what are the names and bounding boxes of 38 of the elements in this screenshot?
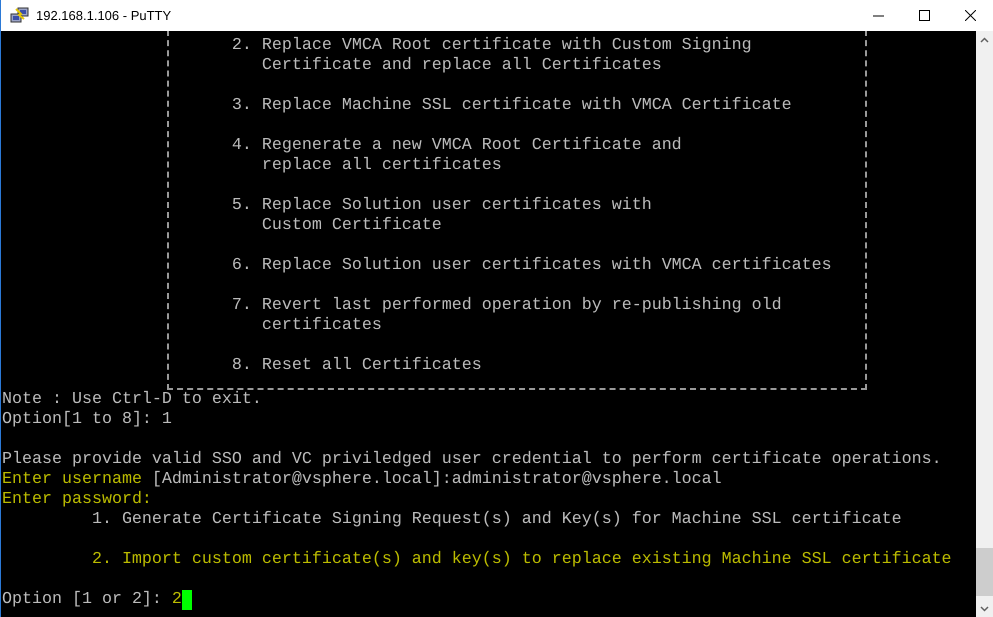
menu-option-text: certificates bbox=[262, 316, 382, 336]
menu-option-text: Custom Certificate bbox=[262, 216, 442, 236]
menu-option-text: Replace Solution user certificates with bbox=[262, 196, 652, 216]
terminal-screen[interactable] bbox=[1, 31, 976, 617]
maximize-icon bbox=[918, 10, 930, 21]
prompt-text: Enter username bbox=[2, 470, 142, 490]
menu-option-text: Replace Solution user certificates with VMCA certificates bbox=[262, 256, 832, 276]
menu-option-text: Reset all Certificates bbox=[262, 356, 482, 376]
prompt-text: 2. Import custom certificate(s) and key(s) to replace existing Machine SSL certificate bbox=[92, 550, 952, 570]
app-icon bbox=[10, 6, 30, 24]
item-number: 8. bbox=[232, 356, 252, 376]
menu-option-text: Certificate and replace all Certificates bbox=[262, 56, 662, 76]
item-number: 7. bbox=[232, 296, 252, 316]
prompt-text: Enter password: bbox=[2, 490, 152, 510]
terminal-text: Please provide valid SSO and VC priviledged user credential to perform certificate operations. bbox=[2, 450, 942, 470]
caret-down-icon bbox=[980, 606, 989, 612]
caret-up-icon bbox=[980, 36, 989, 42]
menu-option-text: Replace Machine SSL certificate with VMCA Certificate bbox=[262, 96, 792, 116]
window-title: 192.168.1.106 - PuTTY bbox=[36, 6, 172, 25]
prompt-text: 2 bbox=[172, 590, 182, 610]
minimize-icon bbox=[872, 14, 884, 16]
terminal-text: Option[1 to 8]: 1 bbox=[2, 410, 172, 430]
menu-option-text: replace all certificates bbox=[262, 156, 502, 176]
terminal-text: Note : Use Ctrl-D to exit. bbox=[2, 390, 262, 410]
menu-option-text: Revert last performed operation by re-publishing old bbox=[262, 296, 782, 316]
terminal-text: Option [1 or 2]: bbox=[2, 590, 162, 610]
item-number: 3. bbox=[232, 96, 252, 116]
terminal-text: [Administrator@vsphere.local]:administrator@vsphere.local bbox=[152, 470, 722, 490]
menu-option-text: Regenerate a new VMCA Root Certificate and bbox=[262, 136, 682, 156]
item-number: 2. bbox=[232, 36, 252, 56]
menu-option-text: Replace VMCA Root certificate with Custom Signing bbox=[262, 36, 752, 56]
close-icon bbox=[964, 10, 976, 21]
terminal-text: 1. Generate Certificate Signing Request(s) and Key(s) for Machine SSL certificate bbox=[92, 510, 902, 530]
text-cursor bbox=[182, 590, 192, 610]
item-number: 5. bbox=[232, 196, 252, 216]
item-number: 4. bbox=[232, 136, 252, 156]
item-number: 6. bbox=[232, 256, 252, 276]
scrollbar-thumb[interactable] bbox=[976, 548, 993, 596]
